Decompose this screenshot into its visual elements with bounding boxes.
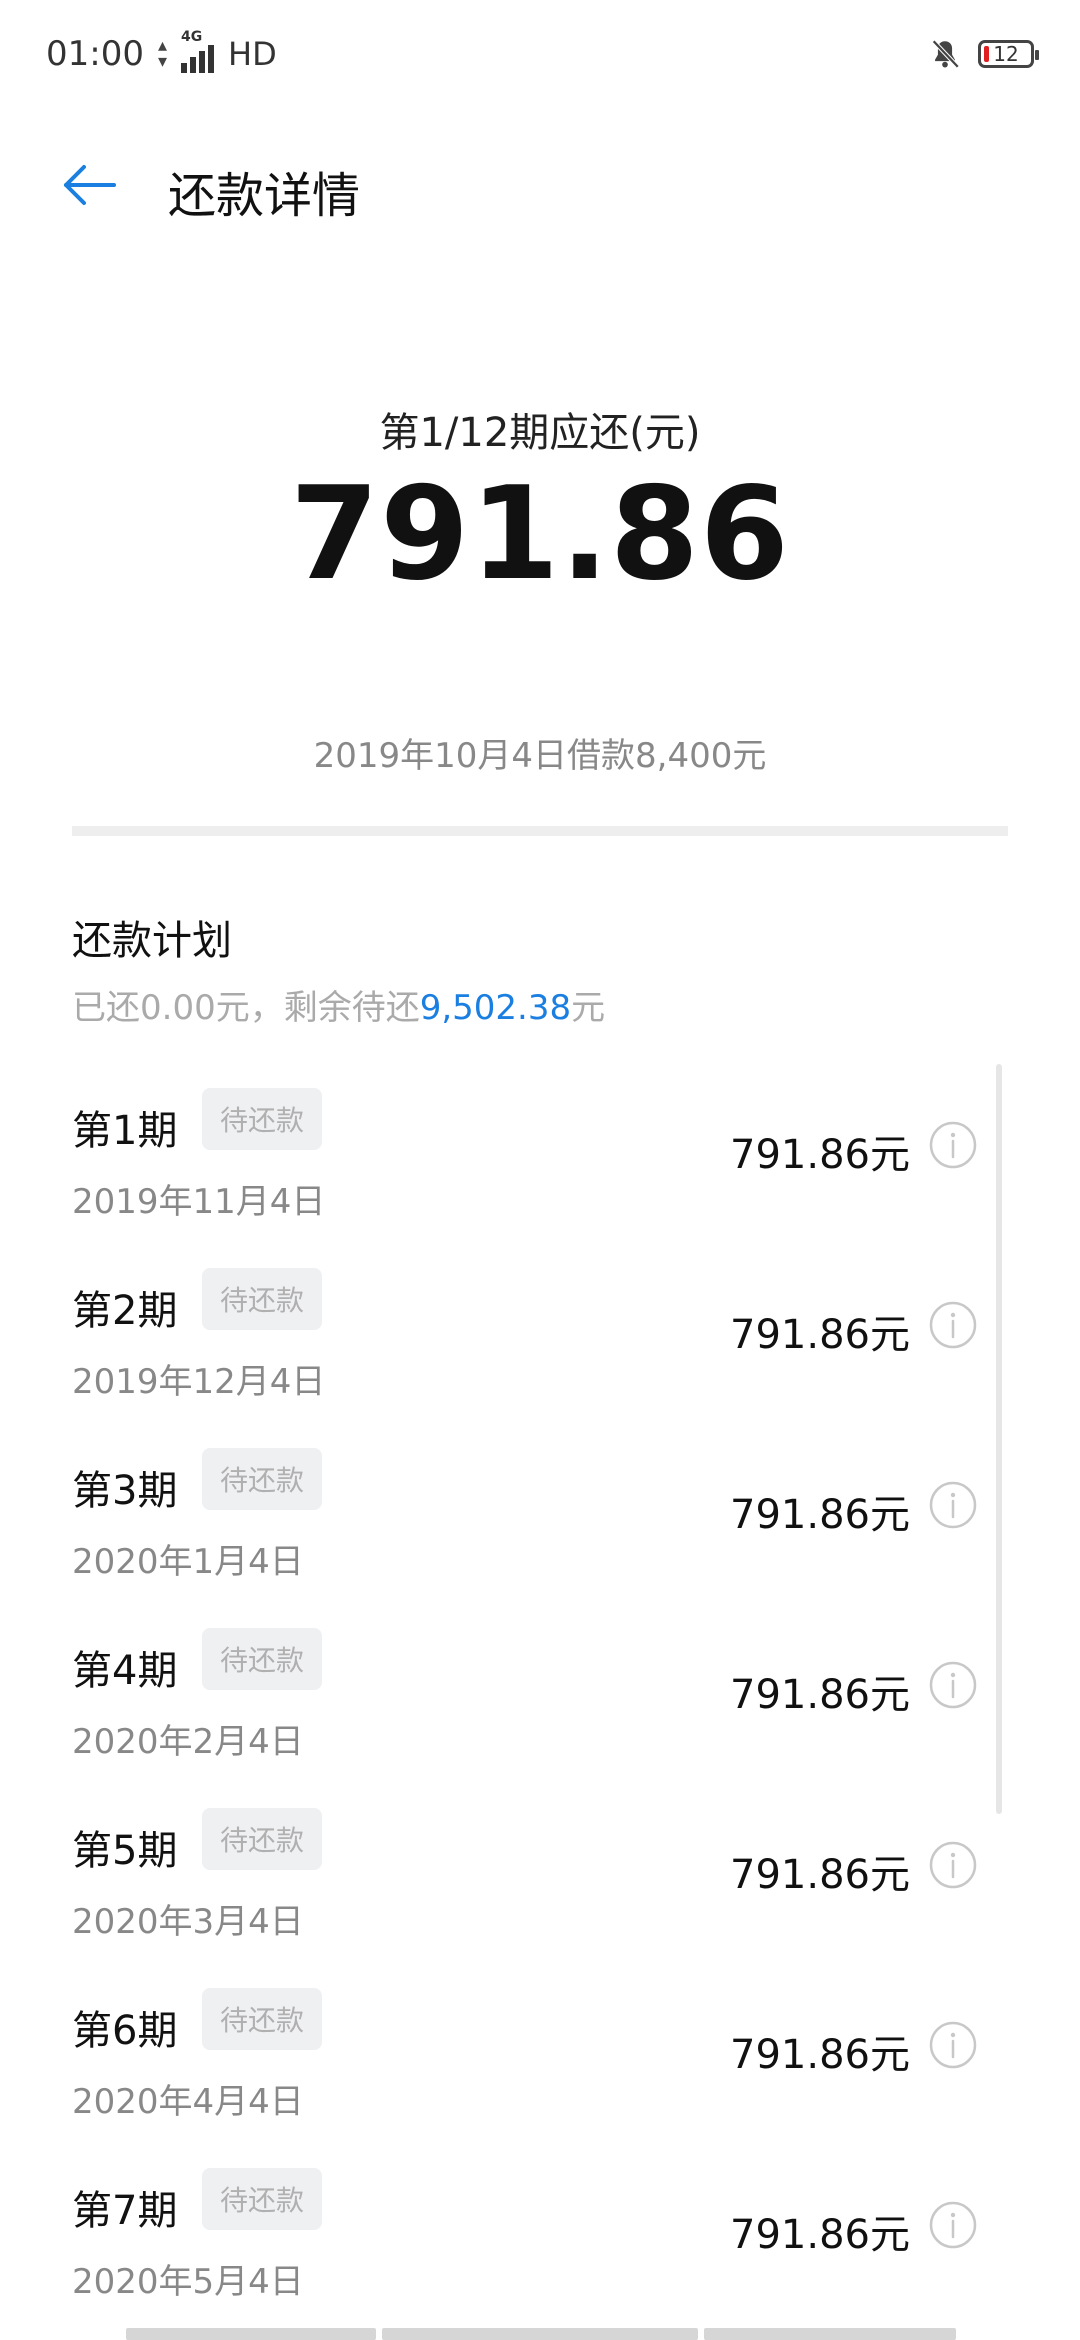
back-arrow-icon[interactable] [60,160,120,210]
battery-level: 12 [993,42,1019,66]
status-badge: 待还款 [202,1808,322,1870]
paid-text: 已还0.00元，剩余待还 [72,988,420,1028]
period-amount: 791.86元 [730,1672,910,1718]
bottom-bar-segment [704,2328,956,2340]
period-amount: 791.86元 [730,1492,910,1538]
period-name: 第5期 [72,1828,178,1874]
info-icon[interactable] [928,1840,978,1890]
page-title: 还款详情 [168,168,361,224]
info-icon[interactable] [928,1120,978,1170]
remaining-unit: 元 [571,988,606,1028]
period-name: 第2期 [72,1288,178,1334]
installment-row[interactable]: 第4期 待还款 2020年2月4日 791.86元 [0,1600,1080,1780]
hd-indicator: HD [228,35,277,73]
battery-icon: 12 [978,40,1039,68]
info-icon[interactable] [928,1660,978,1710]
due-date: 2020年3月4日 [72,1902,304,1942]
period-amount: 791.86元 [730,1852,910,1898]
status-badge: 待还款 [202,1628,322,1690]
bottom-bar-segment [382,2328,698,2340]
section-divider [72,826,1008,836]
installment-row[interactable]: 第2期 待还款 2019年12月4日 791.86元 [0,1240,1080,1420]
status-right: 12 [928,37,1039,71]
data-activity-icon: ▴ ▾ [157,35,168,72]
signal-icon: 4G [181,29,215,73]
period-name: 第3期 [72,1468,178,1514]
due-date: 2020年1月4日 [72,1542,304,1582]
due-date: 2020年4月4日 [72,2082,304,2122]
status-badge: 待还款 [202,1268,322,1330]
installment-list: 第1期 待还款 2019年11月4日 791.86元 第2期 待还款 2019年… [0,1060,1080,2320]
bottom-action-bar [126,2328,956,2340]
installment-row[interactable]: 第7期 待还款 2020年5月4日 791.86元 [0,2140,1080,2320]
installment-row[interactable]: 第6期 待还款 2020年4月4日 791.86元 [0,1960,1080,2140]
info-icon[interactable] [928,2200,978,2250]
info-icon[interactable] [928,2020,978,2070]
due-date: 2019年12月4日 [72,1362,326,1402]
current-period-amount: 791.86 [290,460,790,609]
due-date: 2019年11月4日 [72,1182,326,1222]
status-left: 01:00 ▴ ▾ 4G HD [46,29,277,74]
plan-summary: 已还0.00元，剩余待还9,502.38元 [72,980,605,1029]
installment-row[interactable]: 第1期 待还款 2019年11月4日 791.86元 [0,1060,1080,1240]
period-amount: 791.86元 [730,1312,910,1358]
status-badge: 待还款 [202,1448,322,1510]
period-amount: 791.86元 [730,1132,910,1178]
status-badge: 待还款 [202,2168,322,2230]
status-time: 01:00 [46,34,144,74]
period-name: 第4期 [72,1648,178,1694]
info-icon[interactable] [928,1300,978,1350]
period-name: 第7期 [72,2188,178,2234]
status-bar: 01:00 ▴ ▾ 4G HD 12 [0,0,1080,108]
period-amount: 791.86元 [730,2032,910,2078]
period-name: 第6期 [72,2008,178,2054]
due-date: 2020年2月4日 [72,1722,304,1762]
bell-off-icon [932,39,960,69]
plan-title: 还款计划 [72,918,232,964]
scrollbar[interactable] [996,1064,1002,1814]
info-icon[interactable] [928,1480,978,1530]
bottom-bar-segment [126,2328,376,2340]
period-name: 第1期 [72,1108,178,1154]
app-header: 还款详情 [0,108,1080,268]
installment-row[interactable]: 第3期 待还款 2020年1月4日 791.86元 [0,1420,1080,1600]
period-amount: 791.86元 [730,2212,910,2258]
remaining-amount: 9,502.38 [419,988,572,1028]
installment-row[interactable]: 第5期 待还款 2020年3月4日 791.86元 [0,1780,1080,1960]
current-period-label: 第1/12期应还(元) [379,410,701,456]
due-date: 2020年5月4日 [72,2262,304,2302]
network-type: 4G [181,29,203,45]
status-badge: 待还款 [202,1088,322,1150]
status-badge: 待还款 [202,1988,322,2050]
loan-info: 2019年10月4日借款8,400元 [313,736,767,776]
